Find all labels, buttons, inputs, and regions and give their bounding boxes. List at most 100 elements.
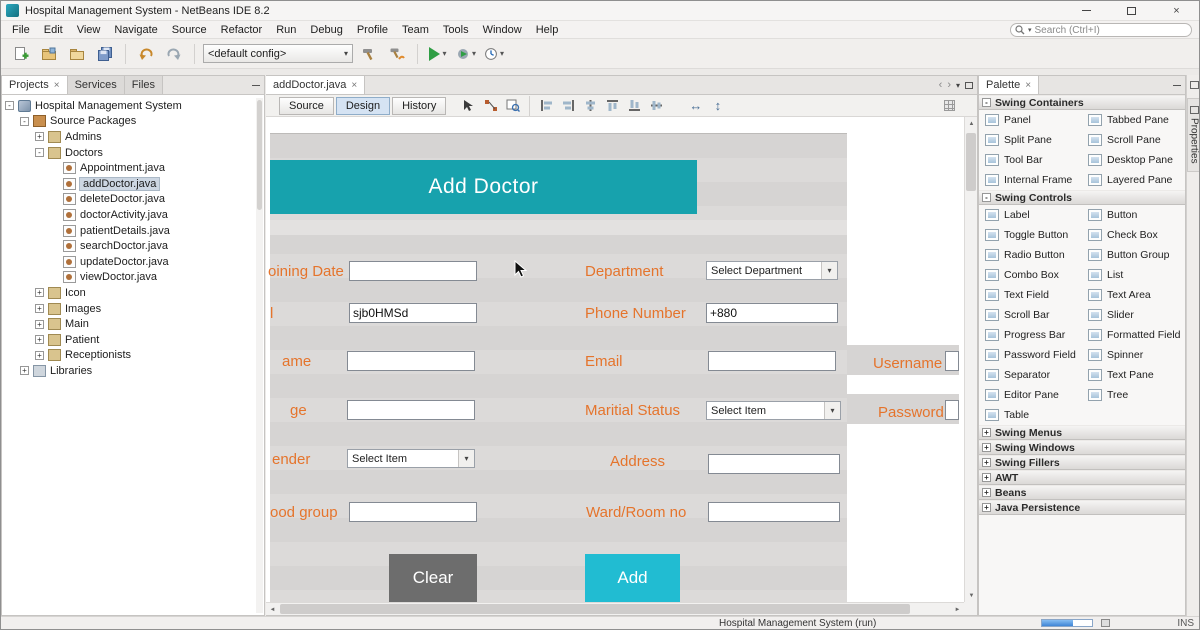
close-button[interactable]: × xyxy=(1154,1,1199,20)
tree-item-source-packages[interactable]: - Source Packages xyxy=(2,114,264,130)
address-field[interactable] xyxy=(708,454,840,474)
blood-group-field[interactable] xyxy=(349,502,477,522)
align-bottom-button[interactable] xyxy=(625,96,644,115)
section-beans[interactable]: + Beans xyxy=(979,485,1185,500)
expand-icon[interactable]: + xyxy=(982,443,991,452)
gender-combo[interactable]: Select Item ▾ xyxy=(347,449,475,468)
palette-item-split-pane[interactable]: Split Pane xyxy=(979,130,1082,150)
palette-item-scroll-pane[interactable]: Scroll Pane xyxy=(1082,130,1185,150)
debug-project-button[interactable]: ▾ xyxy=(454,42,478,66)
scrollbar-thumb[interactable] xyxy=(257,100,262,210)
scroll-up-icon[interactable]: ▲ xyxy=(965,117,978,130)
tree-item-searchdoctor-java[interactable]: searchDoctor.java xyxy=(2,238,264,254)
palette-item-spinner[interactable]: Spinner xyxy=(1082,345,1185,365)
expand-icon[interactable]: + xyxy=(35,350,44,360)
connection-mode-button[interactable] xyxy=(481,96,500,115)
expand-icon[interactable]: + xyxy=(35,132,44,142)
joining-date-field[interactable] xyxy=(349,261,477,281)
department-combo[interactable]: Select Department ▾ xyxy=(706,261,838,280)
menu-file[interactable]: File xyxy=(5,22,37,38)
clean-build-button[interactable] xyxy=(385,42,409,66)
undo-button[interactable] xyxy=(134,42,158,66)
horizontal-resizability-button[interactable]: ↔ xyxy=(686,96,705,115)
menu-tools[interactable]: Tools xyxy=(436,22,476,38)
palette-item-button[interactable]: Button xyxy=(1082,205,1185,225)
tree-item-doctoractivity-java[interactable]: doctorActivity.java xyxy=(2,207,264,223)
expand-icon[interactable]: + xyxy=(982,503,991,512)
maximize-window-icon[interactable] xyxy=(965,81,973,89)
docked-window-icon[interactable] xyxy=(1189,81,1199,89)
editor-horizontal-scrollbar[interactable]: ◄ ► xyxy=(266,602,964,615)
phone-number-field[interactable] xyxy=(706,303,838,323)
palette-item-formatted-field[interactable]: Formatted Field xyxy=(1082,325,1185,345)
designer-options-button[interactable] xyxy=(940,96,959,115)
section-swing-windows[interactable]: + Swing Windows xyxy=(979,440,1185,455)
expand-icon[interactable]: + xyxy=(35,319,44,329)
expand-icon[interactable]: + xyxy=(982,473,991,482)
align-left-button[interactable] xyxy=(537,96,556,115)
menu-window[interactable]: Window xyxy=(476,22,529,38)
menu-edit[interactable]: Edit xyxy=(37,22,70,38)
palette-item-radio-button[interactable]: Radio Button xyxy=(979,245,1082,265)
tree-item-viewdoctor-java[interactable]: viewDoctor.java xyxy=(2,270,264,286)
close-tab-icon[interactable]: × xyxy=(1025,80,1031,91)
ward-room-field[interactable] xyxy=(708,502,840,522)
process-icon[interactable] xyxy=(1101,619,1110,627)
palette-item-table[interactable]: Table xyxy=(979,405,1082,425)
tab-list-icon[interactable]: ▾ xyxy=(956,81,960,90)
age-field[interactable] xyxy=(347,400,475,420)
preview-design-button[interactable] xyxy=(503,96,522,115)
palette-item-text-area[interactable]: Text Area xyxy=(1082,285,1185,305)
palette-item-check-box[interactable]: Check Box xyxy=(1082,225,1185,245)
design-view-button[interactable]: Design xyxy=(335,96,391,115)
tab-projects[interactable]: Projects × xyxy=(2,76,68,94)
tree-item-updatedoctor-java[interactable]: updateDoctor.java xyxy=(2,254,264,270)
tree-item-libraries[interactable]: + Libraries xyxy=(2,363,264,379)
palette-item-list[interactable]: List xyxy=(1082,265,1185,285)
build-project-button[interactable] xyxy=(357,42,381,66)
palette-item-separator[interactable]: Separator xyxy=(979,365,1082,385)
close-tab-icon[interactable]: × xyxy=(351,80,357,91)
menu-source[interactable]: Source xyxy=(165,22,214,38)
expand-icon[interactable]: + xyxy=(982,458,991,467)
align-top-button[interactable] xyxy=(603,96,622,115)
collapse-icon[interactable]: - xyxy=(5,101,14,111)
tree-item-deletedoctor-java[interactable]: deleteDoctor.java xyxy=(2,192,264,208)
tab-adddoctor-java[interactable]: addDoctor.java × xyxy=(266,76,366,94)
search-input[interactable] xyxy=(1034,24,1185,36)
palette-item-combo-box[interactable]: Combo Box xyxy=(979,265,1082,285)
menu-debug[interactable]: Debug xyxy=(303,22,349,38)
email-field[interactable] xyxy=(708,351,836,371)
id-field[interactable] xyxy=(349,303,477,323)
align-right-button[interactable] xyxy=(559,96,578,115)
collapse-icon[interactable]: - xyxy=(20,116,29,126)
palette-item-text-field[interactable]: Text Field xyxy=(979,285,1082,305)
close-tab-icon[interactable]: × xyxy=(54,80,60,91)
palette-item-progress-bar[interactable]: Progress Bar xyxy=(979,325,1082,345)
clear-button[interactable]: Clear xyxy=(389,554,477,602)
name-field[interactable] xyxy=(347,351,475,371)
palette-item-scroll-bar[interactable]: Scroll Bar xyxy=(979,305,1082,325)
tab-properties[interactable]: Properties xyxy=(1186,98,1199,172)
expand-icon[interactable]: + xyxy=(35,288,44,298)
palette-item-panel[interactable]: Panel xyxy=(979,110,1082,130)
minimize-panel-icon[interactable] xyxy=(1173,84,1181,86)
scrollbar-thumb[interactable] xyxy=(280,604,910,614)
minimize-panel-icon[interactable] xyxy=(252,84,260,86)
config-dropdown[interactable]: <default config> ▾ xyxy=(203,44,353,63)
tab-palette[interactable]: Palette × xyxy=(979,76,1040,94)
source-view-button[interactable]: Source xyxy=(279,96,334,115)
search-box[interactable]: ▾ xyxy=(1010,23,1192,37)
palette-item-text-pane[interactable]: Text Pane xyxy=(1082,365,1185,385)
open-project-button[interactable] xyxy=(65,42,89,66)
scroll-tabs-right-icon[interactable]: › xyxy=(947,79,951,91)
save-all-button[interactable] xyxy=(93,42,117,66)
add-button[interactable]: Add xyxy=(585,554,680,602)
username-field-partial[interactable] xyxy=(945,351,959,371)
history-view-button[interactable]: History xyxy=(392,96,447,115)
expand-icon[interactable]: + xyxy=(35,335,44,345)
tree-item-hospital-management-system[interactable]: - Hospital Management System xyxy=(2,98,264,114)
run-project-button[interactable]: ▾ xyxy=(426,42,450,66)
section-swing-fillers[interactable]: + Swing Fillers xyxy=(979,455,1185,470)
tab-services[interactable]: Services xyxy=(67,76,125,94)
